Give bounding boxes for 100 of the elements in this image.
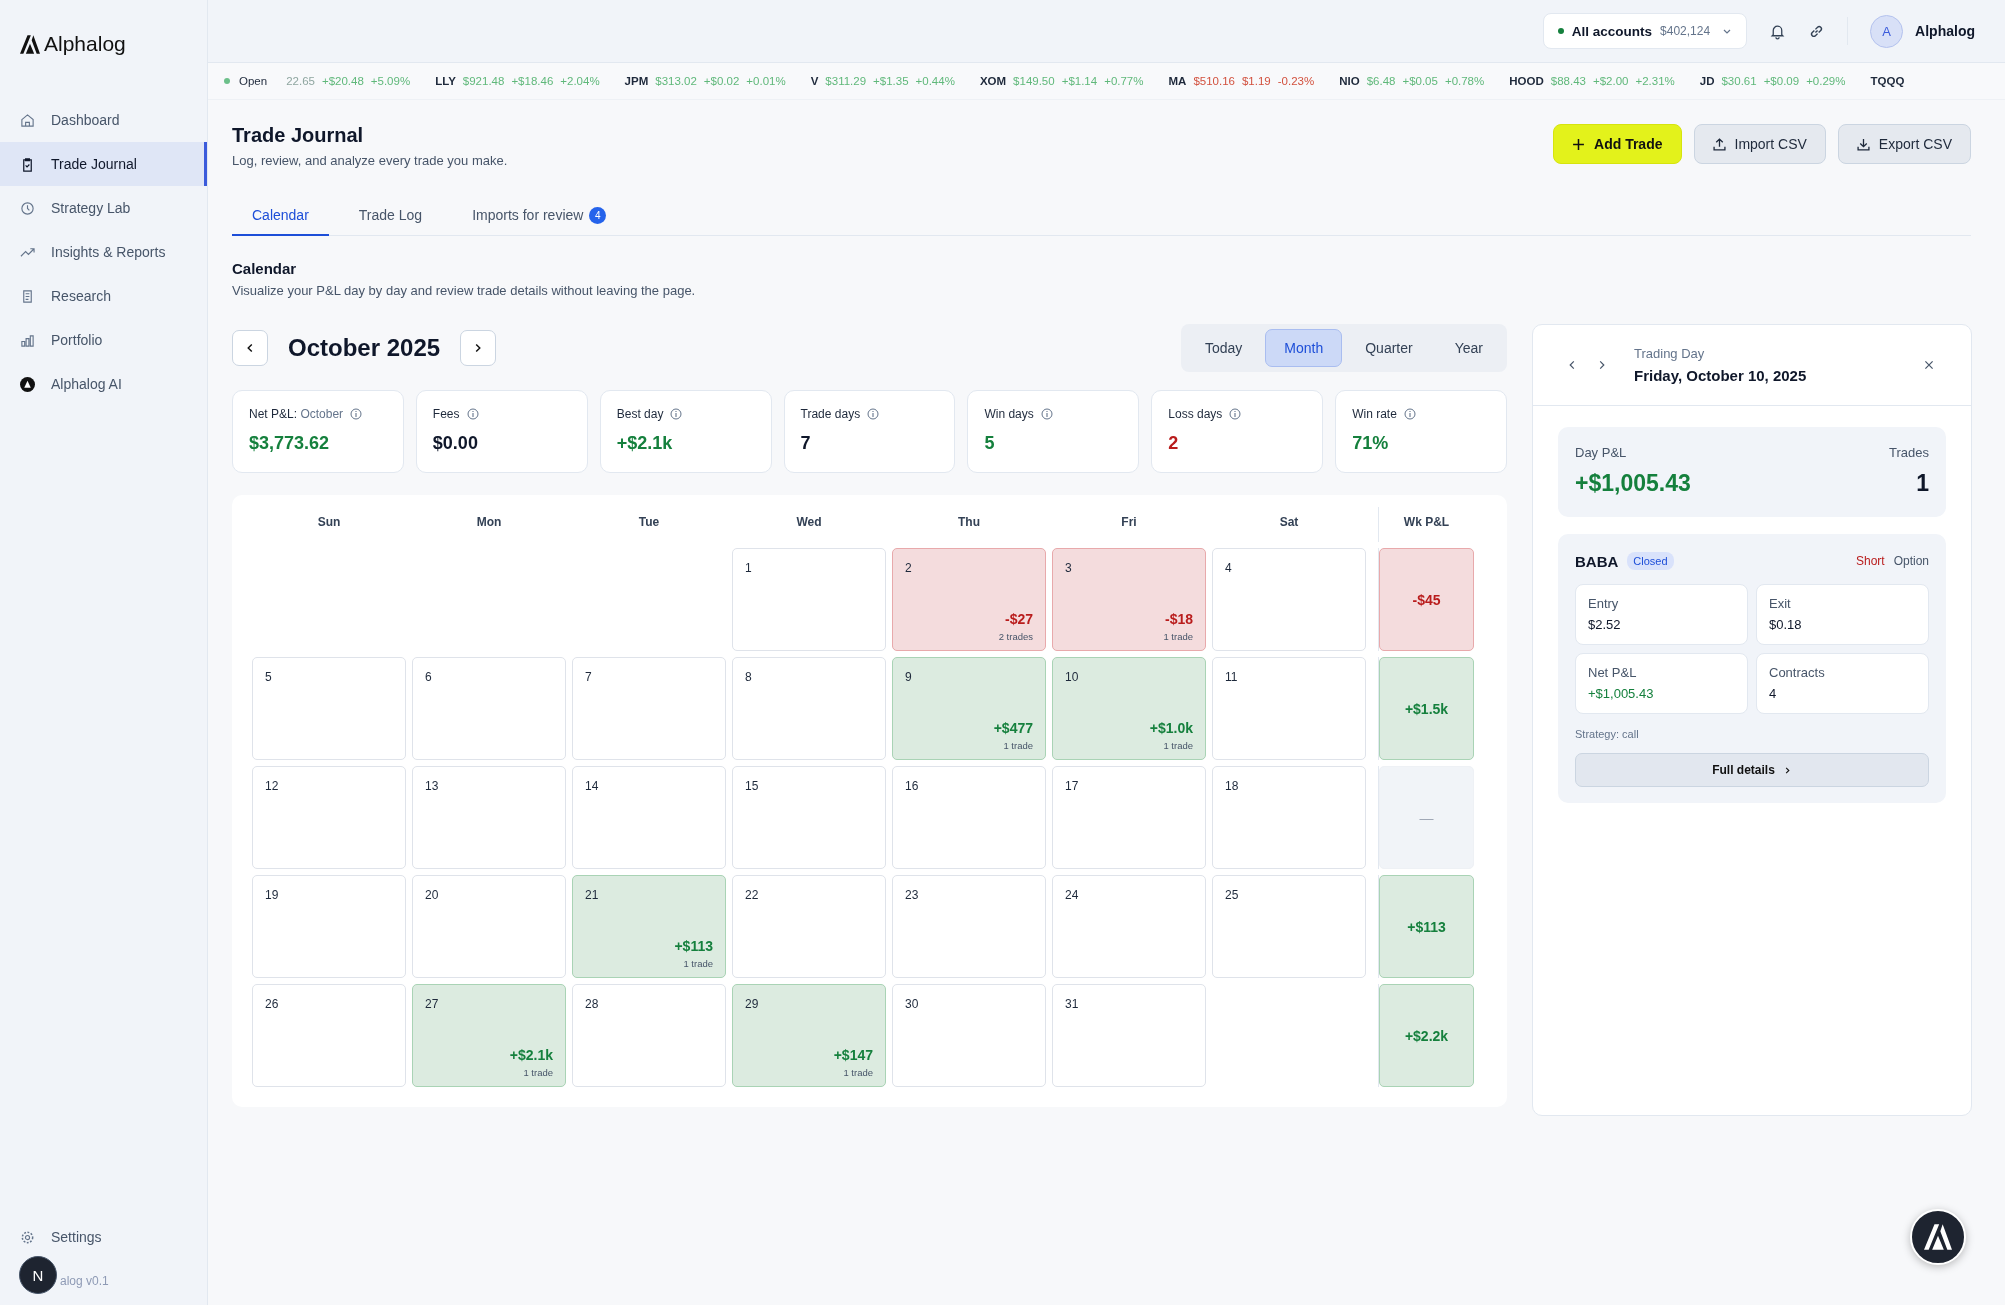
day-cell[interactable]: 7 — [572, 657, 726, 760]
day-cell[interactable]: 18 — [1212, 766, 1366, 869]
trades-value: 1 — [1916, 470, 1929, 497]
sidebar-item[interactable]: Insights & Reports — [0, 230, 207, 274]
day-number: 21 — [585, 888, 599, 902]
user-name: Alphalog — [1915, 23, 1975, 39]
account-selector[interactable]: All accounts $402,124 — [1542, 13, 1748, 49]
day-cell[interactable]: 6 — [412, 657, 566, 760]
day-number: 31 — [1065, 997, 1079, 1011]
day-cell[interactable]: 30 — [892, 984, 1046, 1087]
user-badge[interactable]: N — [19, 1256, 57, 1294]
action-button[interactable]: Add Trade — [1553, 124, 1682, 164]
day-cell[interactable]: 20 — [412, 875, 566, 978]
range-option[interactable]: Today — [1185, 329, 1262, 367]
action-button[interactable]: Export CSV — [1837, 124, 1971, 164]
day-cell[interactable]: 23 — [892, 875, 1046, 978]
ticker-price: $311.29 — [825, 75, 867, 87]
tab[interactable]: Trade Log — [338, 196, 443, 236]
day-number: 4 — [1225, 561, 1232, 575]
summary-label: Trades — [1889, 445, 1929, 460]
clock-icon — [20, 200, 35, 216]
field-label: Contracts — [1769, 665, 1826, 680]
sidebar-item[interactable]: Research — [0, 274, 207, 318]
day-number: 20 — [425, 888, 439, 902]
day-cell[interactable]: 28 — [572, 984, 726, 1087]
weekday-label: Sat — [1278, 514, 1300, 531]
day-cell[interactable]: 21 +$113 1 trade — [572, 875, 726, 978]
sidebar-item[interactable]: Trade Journal — [0, 142, 207, 186]
day-number: 5 — [265, 670, 272, 684]
action-button[interactable]: Import CSV — [1693, 124, 1826, 164]
sidebar-item[interactable]: Alphalog AI — [0, 362, 207, 406]
week-pnl: +$2.2k — [1404, 1027, 1449, 1044]
day-cell[interactable]: 15 — [732, 766, 886, 869]
page-title: Trade Journal — [232, 124, 365, 147]
day-cell[interactable]: 2 -$27 2 trades — [892, 548, 1046, 651]
ticker-change: +$18.46 — [511, 75, 554, 87]
day-cell[interactable]: 17 — [1052, 766, 1206, 869]
ticker-price: $88.43 — [1550, 75, 1586, 87]
assistant-button[interactable] — [1910, 1209, 1966, 1265]
settings-item[interactable]: Settings — [0, 1215, 125, 1259]
day-cell[interactable]: 5 — [252, 657, 406, 760]
section-title: Calendar — [232, 260, 298, 277]
ticker-percent: -0.23% — [1277, 75, 1315, 87]
day-number: 30 — [905, 997, 919, 1011]
range-option[interactable]: Year — [1435, 329, 1502, 367]
tab[interactable]: Imports for review 4 — [452, 196, 627, 236]
ticker-symbol: JPM — [624, 75, 649, 87]
day-cell[interactable]: 9 +$477 1 trade — [892, 657, 1046, 760]
day-cell[interactable]: 24 — [1052, 875, 1206, 978]
ticker-change: +$1.35 — [873, 75, 909, 87]
close-icon[interactable] — [1923, 359, 1935, 371]
day-cell[interactable]: 12 — [252, 766, 406, 869]
day-cell[interactable]: 16 — [892, 766, 1046, 869]
day-pnl: +$113 — [674, 938, 713, 954]
day-cell[interactable]: 4 — [1212, 548, 1366, 651]
version-text: alog v0.1 — [60, 1274, 109, 1288]
field-value: +$1,005.43 — [1588, 686, 1655, 701]
day-number: 16 — [905, 779, 919, 793]
sidebar-item[interactable]: Portfolio — [0, 318, 207, 362]
day-cell[interactable]: 8 — [732, 657, 886, 760]
day-cell[interactable]: 11 — [1212, 657, 1366, 760]
day-cell[interactable]: 14 — [572, 766, 726, 869]
day-number: 15 — [745, 779, 759, 793]
field-value: $2.52 — [1588, 617, 1622, 632]
full-details-button[interactable]: Full details — [1575, 753, 1929, 787]
day-number: 14 — [585, 779, 599, 793]
ticker-price: 22.65 — [286, 75, 315, 87]
range-option[interactable]: Quarter — [1346, 329, 1432, 367]
day-cell[interactable]: 26 — [252, 984, 406, 1087]
day-cell[interactable]: 31 — [1052, 984, 1206, 1087]
stat-label: Best day — [616, 407, 664, 421]
ticker-symbol: JD — [1699, 75, 1715, 87]
weekday-label: Fri — [1120, 514, 1138, 531]
day-number: 23 — [905, 888, 919, 902]
day-cell[interactable]: 13 — [412, 766, 566, 869]
ticker-change: +$1.14 — [1061, 75, 1098, 87]
day-cell[interactable]: 3 -$18 1 trade — [1052, 548, 1206, 651]
day-cell[interactable]: 22 — [732, 875, 886, 978]
logo-icon — [1924, 1224, 1952, 1250]
panel-label: Trading Day — [1634, 346, 1706, 361]
user-avatar[interactable]: A — [1870, 14, 1904, 48]
sidebar-item[interactable]: Dashboard — [0, 98, 207, 142]
stat-value: 71% — [1352, 433, 1390, 454]
sidebar-item[interactable]: Strategy Lab — [0, 186, 207, 230]
day-cell[interactable]: 1 — [732, 548, 886, 651]
day-cell[interactable]: 19 — [252, 875, 406, 978]
day-cell[interactable]: 10 +$1.0k 1 trade — [1052, 657, 1206, 760]
day-number: 6 — [425, 670, 432, 684]
day-cell[interactable]: 25 — [1212, 875, 1366, 978]
ticker-price: $6.48 — [1366, 75, 1396, 87]
day-number: 9 — [905, 670, 912, 684]
info-icon — [350, 408, 363, 420]
day-cell[interactable]: 29 +$147 1 trade — [732, 984, 886, 1087]
range-option[interactable]: Month — [1265, 329, 1343, 367]
stat-label: Net P&L: October — [249, 407, 344, 421]
tab[interactable]: Calendar — [232, 196, 329, 236]
ticker-change: +$0.09 — [1763, 75, 1800, 87]
trade-count: 2 trades — [998, 631, 1033, 642]
day-cell[interactable]: 27 +$2.1k 1 trade — [412, 984, 566, 1087]
day-pnl: +$477 — [993, 720, 1033, 736]
